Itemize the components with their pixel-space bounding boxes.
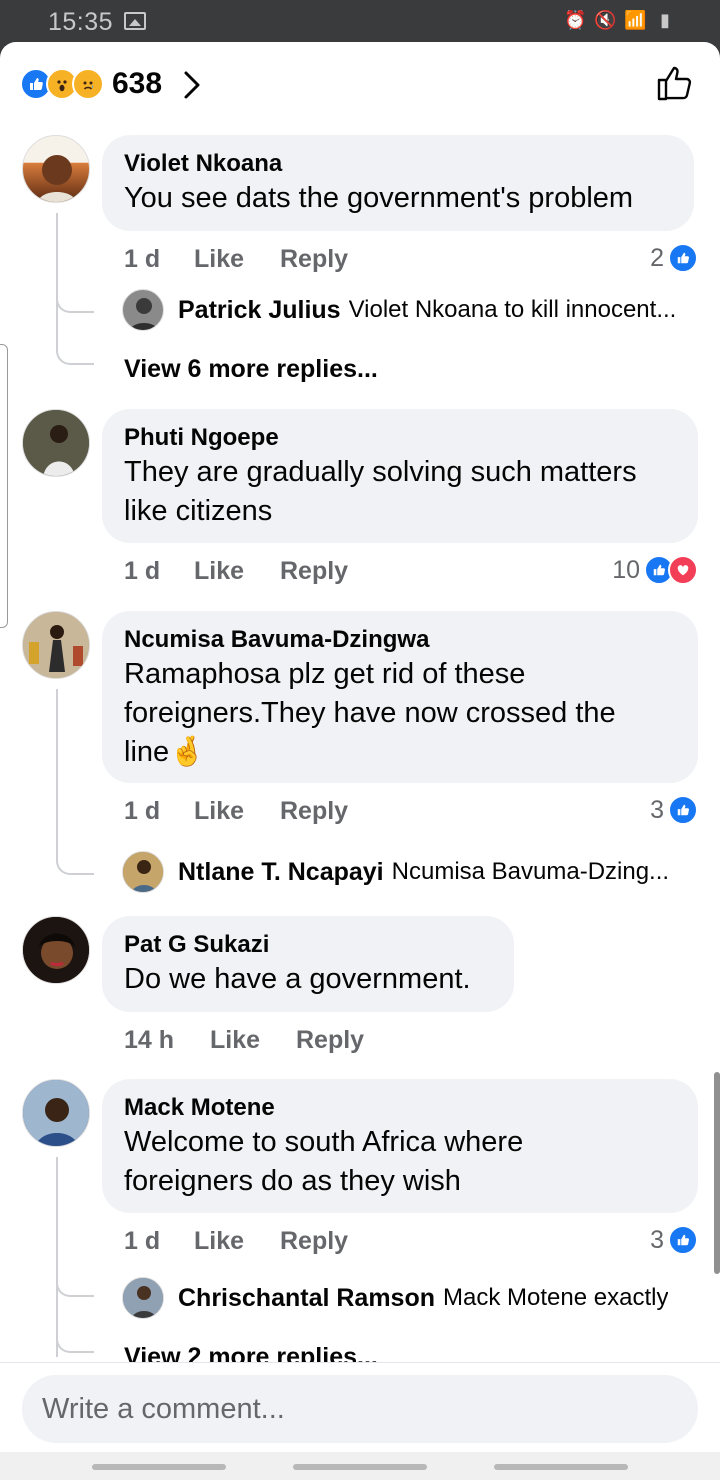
comment-like-count[interactable]: 3 [650, 795, 698, 825]
avatar[interactable] [22, 1079, 90, 1147]
like-count-value: 2 [650, 243, 664, 272]
comment-actions: 1 d Like Reply [124, 245, 348, 274]
reactions-header: 638 [0, 42, 720, 126]
comment-author[interactable]: Pat G Sukazi [124, 930, 492, 960]
reply-button[interactable]: Reply [280, 245, 348, 274]
comment-text-line: foreigners do as they wish [124, 1165, 461, 1197]
like-button[interactable]: Like [194, 245, 280, 274]
comment-input[interactable] [22, 1375, 698, 1443]
system-nav-bar [0, 1452, 720, 1480]
comment-age: 1 d [124, 797, 161, 825]
alarm-icon: ⏰ [564, 10, 587, 30]
battery-icon: ▮ [660, 10, 670, 30]
chevron-right-icon[interactable] [182, 70, 202, 105]
reply-button[interactable]: Reply [280, 557, 348, 586]
comment-actions: 1 d Like Reply [124, 797, 348, 826]
like-button[interactable]: Like [194, 797, 280, 826]
like-button[interactable]: Like [210, 1026, 296, 1055]
comment-feed[interactable]: Violet Nkoana You see dats the governmen… [0, 126, 720, 1362]
reaction-summary[interactable]: 638 [20, 68, 162, 100]
comment-text-line-end: line [124, 736, 170, 768]
recent-apps-button[interactable] [92, 1464, 226, 1470]
comment-text-line: foreigners.They have now crossed the [124, 697, 616, 729]
like-count-value: 3 [650, 1225, 664, 1254]
reaction-count: 638 [112, 67, 163, 100]
reply-author[interactable]: Chrischantal Ramson [178, 1284, 435, 1313]
love-badge-icon [668, 555, 698, 585]
comment-text-line: Welcome to south Africa where [124, 1126, 524, 1158]
reply-text: Ncumisa Bavuma-Dzing... [391, 858, 670, 885]
thread-connector [56, 689, 94, 875]
like-post-icon[interactable] [656, 64, 694, 107]
avatar[interactable] [22, 611, 90, 679]
comment-age: 1 d [124, 1227, 161, 1255]
comment-author[interactable]: Violet Nkoana [124, 149, 672, 179]
avatar[interactable] [122, 1277, 164, 1319]
reply-button[interactable]: Reply [280, 797, 348, 826]
view-more-replies[interactable]: View 6 more replies... [124, 355, 378, 384]
avatar[interactable] [122, 289, 164, 331]
comment-actions: 1 d Like Reply [124, 1227, 348, 1256]
status-icons: ⏰ 🔇 📶 ▮ [564, 10, 676, 30]
gallery-notification-icon [124, 12, 146, 30]
like-badge-icon [668, 1225, 698, 1255]
comment-author[interactable]: Ncumisa Bavuma-Dzingwa [124, 625, 676, 655]
comment-author[interactable]: Phuti Ngoepe [124, 423, 676, 453]
comment-composer[interactable] [22, 1375, 698, 1443]
comment-text: Do we have a government. [124, 963, 471, 995]
comment-bubble[interactable]: Violet Nkoana You see dats the governmen… [102, 135, 694, 231]
like-count-value: 10 [612, 555, 640, 584]
reply-button[interactable]: Reply [280, 1227, 348, 1256]
comment-bubble[interactable]: Mack Motene Welcome to south Africa wher… [102, 1079, 698, 1213]
comment-like-count[interactable]: 2 [650, 243, 698, 273]
thread-connector [56, 1289, 94, 1353]
comment-age: 14 h [124, 1026, 175, 1054]
comment-like-count[interactable]: 10 [612, 555, 698, 585]
comment-like-count[interactable]: 3 [650, 1225, 698, 1255]
comment-bubble[interactable]: Phuti Ngoepe They are gradually solving … [102, 409, 698, 543]
reply-button[interactable]: Reply [296, 1026, 364, 1055]
sad-reaction-icon [72, 68, 104, 100]
comment-age: 1 d [124, 245, 161, 273]
comments-sheet: 638 Violet Nkoana You see dats the gover… [0, 42, 720, 1480]
comment-actions: 14 h Like Reply [124, 1026, 364, 1055]
home-button[interactable] [293, 1464, 427, 1470]
wifi-icon: 📶 [624, 10, 647, 30]
comment-text-line: line🤞 [124, 733, 676, 772]
comment-text-line: They are gradually solving such matters [124, 456, 637, 488]
avatar[interactable] [22, 409, 90, 477]
comment-actions: 1 d Like Reply [124, 557, 348, 586]
like-count-value: 3 [650, 795, 664, 824]
comment-age: 1 d [124, 557, 161, 585]
reply-author[interactable]: Ntlane T. Ncapayi [178, 858, 384, 887]
reply-text: Violet Nkoana to kill innocent... [348, 296, 677, 323]
status-bar: 15:35 ⏰ 🔇 📶 ▮ [0, 0, 720, 42]
comment-author[interactable]: Mack Motene [124, 1093, 676, 1123]
back-button[interactable] [494, 1464, 628, 1470]
like-button[interactable]: Like [194, 557, 280, 586]
like-badge-icon [668, 243, 698, 273]
status-time: 15:35 [48, 8, 114, 36]
reply-preview-row[interactable]: Patrick Julius Violet Nkoana to kill inn… [122, 289, 702, 331]
mute-icon: 🔇 [594, 10, 617, 30]
thread-connector [56, 305, 94, 365]
comment-text-line: Ramaphosa plz get rid of these [124, 658, 526, 690]
like-badge-icon [668, 795, 698, 825]
view-more-replies[interactable]: View 2 more replies... [124, 1343, 378, 1362]
scrollbar-thumb[interactable] [714, 1072, 720, 1274]
reply-author[interactable]: Patrick Julius [178, 296, 341, 325]
reply-preview-row[interactable]: Ntlane T. Ncapayi Ncumisa Bavuma-Dzing..… [122, 851, 702, 893]
avatar[interactable] [22, 135, 90, 203]
comment-text: You see dats the government's problem [124, 182, 634, 214]
like-button[interactable]: Like [194, 1227, 280, 1256]
avatar[interactable] [122, 851, 164, 893]
reply-text: Mack Motene exactly [443, 1284, 669, 1311]
reply-preview-row[interactable]: Chrischantal Ramson Mack Motene exactly [122, 1277, 702, 1319]
avatar[interactable] [22, 916, 90, 984]
comment-bubble[interactable]: Pat G Sukazi Do we have a government. [102, 916, 514, 1012]
fingers-crossed-emoji: 🤞 [169, 736, 206, 768]
comment-text-line: like citizens [124, 495, 273, 527]
comment-bubble[interactable]: Ncumisa Bavuma-Dzingwa Ramaphosa plz get… [102, 611, 698, 783]
